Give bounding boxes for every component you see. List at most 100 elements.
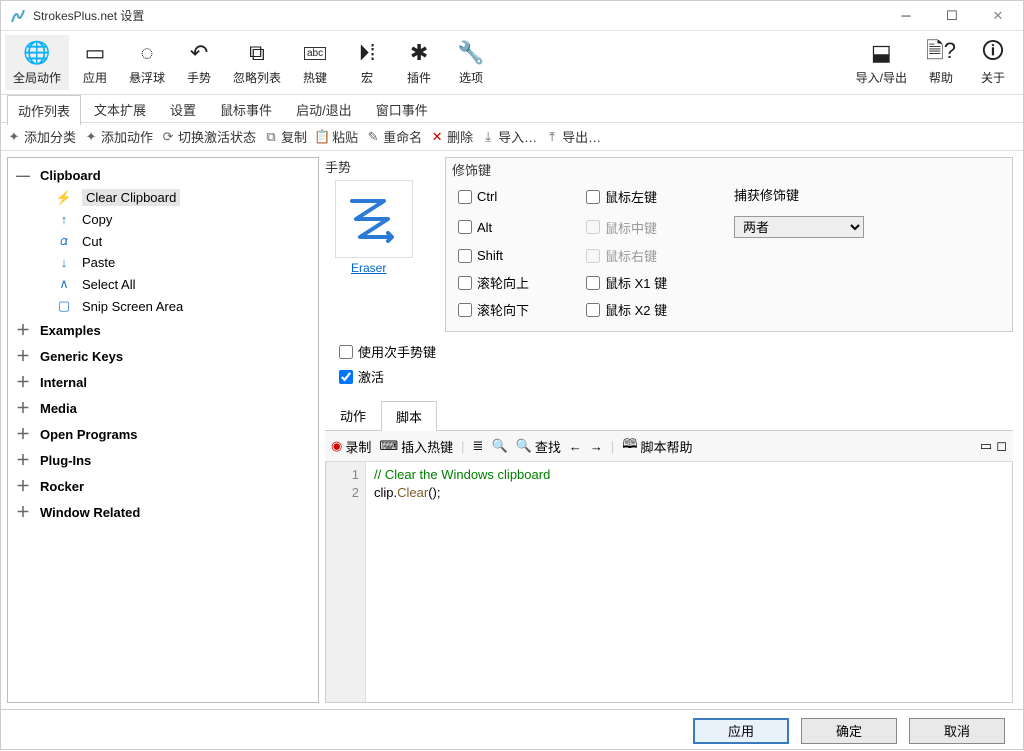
toolbar-global-actions[interactable]: 🌐全局动作 xyxy=(5,35,69,90)
toolbar-gestures[interactable]: ↶手势 xyxy=(173,35,225,90)
toggle-icon: ⟳ xyxy=(161,130,175,144)
toolbar-hotkeys[interactable]: abc热键 xyxy=(289,35,341,90)
script-prev[interactable]: ← xyxy=(569,439,582,454)
minimize-button[interactable]: ─ xyxy=(883,1,929,31)
mod-x2[interactable]: 鼠标 X2 键 xyxy=(586,300,726,319)
io-icon: ⬓ xyxy=(867,39,895,67)
script-toolbar: ◉录制 ⌨插入热键 | ≣ 🔍 🔍查找 ← → | 🕮脚本帮助 ▭ ◻ xyxy=(325,431,1013,462)
action-snip[interactable]: ▢Snip Screen Area xyxy=(12,295,314,317)
action-tree[interactable]: —Clipboard ⚡Clear Clipboard ↑Copy 𝛼Cut ↓… xyxy=(7,157,319,703)
record-button[interactable]: ◉录制 xyxy=(331,437,371,456)
category-generic-keys[interactable]: ＋Generic Keys xyxy=(12,343,314,369)
windows-x-icon: ⧉ xyxy=(243,39,271,67)
window-title: StrokesPlus.net 设置 xyxy=(33,7,883,24)
ok-button[interactable]: 确定 xyxy=(801,718,897,744)
category-clipboard[interactable]: —Clipboard xyxy=(12,164,314,186)
toolbar-help[interactable]: 🗎?帮助 xyxy=(915,35,967,90)
app-icon xyxy=(9,7,27,25)
mod-lmb[interactable]: 鼠标左键 xyxy=(586,187,726,206)
rename-action[interactable]: ✎重命名 xyxy=(366,127,422,146)
gesture-icon: 𝛼 xyxy=(54,233,74,249)
mod-shift[interactable]: Shift xyxy=(458,248,578,263)
expand-icon: ＋ xyxy=(14,424,32,444)
import-action[interactable]: ⤓导入… xyxy=(481,127,537,146)
category-examples[interactable]: ＋Examples xyxy=(12,317,314,343)
mod-x1[interactable]: 鼠标 X1 键 xyxy=(586,273,726,292)
use-secondary-check[interactable]: 使用次手势键 xyxy=(339,342,1013,361)
insert-hotkey[interactable]: ⌨插入热键 xyxy=(379,437,453,456)
script-search-icon[interactable]: 🔍 xyxy=(491,438,507,454)
category-internal[interactable]: ＋Internal xyxy=(12,369,314,395)
arrow-right-icon: → xyxy=(590,439,603,454)
toolbar-import-export[interactable]: ⬓导入/导出 xyxy=(848,35,915,90)
toolbar-floater[interactable]: ◌悬浮球 xyxy=(121,35,173,90)
delete-action[interactable]: ✕删除 xyxy=(430,127,473,146)
expand-icon: ＋ xyxy=(14,372,32,392)
code-editor[interactable]: 1 2 // Clear the Windows clipboard clip.… xyxy=(325,462,1013,703)
category-plugins[interactable]: ＋Plug-Ins xyxy=(12,447,314,473)
mod-alt[interactable]: Alt xyxy=(458,220,578,235)
plus-folder-icon: ✦ xyxy=(7,130,21,144)
indent-icon: ≣ xyxy=(473,438,484,454)
action-select-all[interactable]: ∧Select All xyxy=(12,273,314,295)
subtab-mouse-events[interactable]: 鼠标事件 xyxy=(209,94,283,124)
subtab-action-list[interactable]: 动作列表 xyxy=(7,95,81,125)
subtab-settings[interactable]: 设置 xyxy=(159,94,207,124)
capture-label: 捕获修饰键 xyxy=(734,185,1000,204)
toolbar-macro[interactable]: ⏵⁞宏 xyxy=(341,35,393,90)
record-icon: ◉ xyxy=(331,438,342,454)
subtab-window-events[interactable]: 窗口事件 xyxy=(365,94,439,124)
book-icon: 🕮 xyxy=(622,435,637,457)
expand-icon: ＋ xyxy=(14,450,32,470)
paste-icon: 📋 xyxy=(315,130,329,144)
scripttab-action[interactable]: 动作 xyxy=(325,400,381,430)
category-open-programs[interactable]: ＋Open Programs xyxy=(12,421,314,447)
category-window-related[interactable]: ＋Window Related xyxy=(12,499,314,525)
script-next[interactable]: → xyxy=(590,439,603,454)
mod-scrollup[interactable]: 滚轮向上 xyxy=(458,273,578,292)
capture-select[interactable]: 两者 xyxy=(734,216,864,238)
copy-action[interactable]: ⧉复制 xyxy=(264,127,307,146)
line-gutter: 1 2 xyxy=(326,462,366,702)
toolbar-plugins[interactable]: ✱插件 xyxy=(393,35,445,90)
scripttab-script[interactable]: 脚本 xyxy=(381,401,437,431)
search-icon: 🔍 xyxy=(516,438,532,454)
action-cut[interactable]: 𝛼Cut xyxy=(12,230,314,252)
subtab-text-expand[interactable]: 文本扩展 xyxy=(83,94,157,124)
mod-scrolldown[interactable]: 滚轮向下 xyxy=(458,300,578,319)
subtab-startup[interactable]: 启动/退出 xyxy=(285,94,363,124)
import-icon: ⤓ xyxy=(481,130,495,144)
action-clear-clipboard[interactable]: ⚡Clear Clipboard xyxy=(12,186,314,209)
toolbar-options[interactable]: 🔧选项 xyxy=(445,35,497,90)
category-media[interactable]: ＋Media xyxy=(12,395,314,421)
toolbar-apps[interactable]: ▭应用 xyxy=(69,35,121,90)
action-copy[interactable]: ↑Copy xyxy=(12,209,314,230)
toggle-active[interactable]: ⟳切换激活状态 xyxy=(161,127,256,146)
script-find[interactable]: 🔍查找 xyxy=(516,437,561,456)
toolbar-ignore[interactable]: ⧉忽略列表 xyxy=(225,35,289,90)
paste-action[interactable]: 📋粘贴 xyxy=(315,127,358,146)
apply-button[interactable]: 应用 xyxy=(693,718,789,744)
toolbar-about[interactable]: 🛈关于 xyxy=(967,35,1019,90)
maximize-button[interactable]: ☐ xyxy=(929,1,975,31)
editor-max-icon[interactable]: ◻ xyxy=(996,438,1007,454)
action-bar: ✦添加分类 ✦添加动作 ⟳切换激活状态 ⧉复制 📋粘贴 ✎重命名 ✕删除 ⤓导入… xyxy=(1,123,1023,151)
delete-icon: ✕ xyxy=(430,130,444,144)
info-icon: 🛈 xyxy=(979,39,1007,67)
export-action[interactable]: ⤒导出… xyxy=(545,127,601,146)
active-check[interactable]: 激活 xyxy=(339,367,1013,386)
cancel-button[interactable]: 取消 xyxy=(909,718,1005,744)
editor-min-icon[interactable]: ▭ xyxy=(980,438,992,454)
script-help[interactable]: 🕮脚本帮助 xyxy=(622,435,692,457)
add-action[interactable]: ✦添加动作 xyxy=(84,127,153,146)
category-rocker[interactable]: ＋Rocker xyxy=(12,473,314,499)
expand-icon: ＋ xyxy=(14,502,32,522)
gesture-link[interactable]: Eraser xyxy=(351,261,386,275)
close-button[interactable]: ✕ xyxy=(975,1,1021,31)
action-paste[interactable]: ↓Paste xyxy=(12,252,314,273)
play-icon: ⏵⁞ xyxy=(353,39,381,67)
add-category[interactable]: ✦添加分类 xyxy=(7,127,76,146)
mod-ctrl[interactable]: Ctrl xyxy=(458,189,578,204)
script-indent[interactable]: ≣ xyxy=(473,438,484,454)
gesture-preview[interactable] xyxy=(335,180,413,258)
